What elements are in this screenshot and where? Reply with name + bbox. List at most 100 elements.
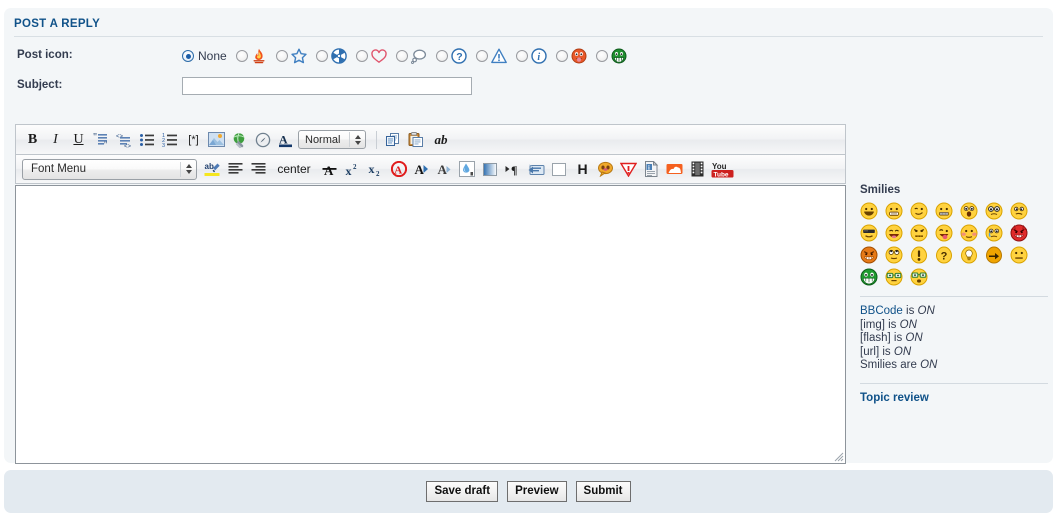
post-icon-option-grin-smiley-icon[interactable] <box>595 48 627 64</box>
post-icon-option-thought-bubble-icon[interactable] <box>395 48 427 64</box>
post-icon-option-info-icon[interactable]: i <box>515 48 547 64</box>
submit-button[interactable]: Submit <box>575 481 631 502</box>
marquee-button[interactable] <box>526 157 547 181</box>
ordered-list-button[interactable]: 1 2 3 <box>160 128 181 152</box>
post-icon-radio-star-icon[interactable] <box>275 50 288 62</box>
post-icon-option-warning-triangle-icon[interactable] <box>475 48 507 64</box>
post-icon-radio-radioactive-icon[interactable] <box>315 50 328 62</box>
info-page-button[interactable]: i <box>641 157 662 181</box>
post-icon-radio-thought-bubble-icon[interactable] <box>395 50 408 62</box>
radioactive-icon[interactable] <box>330 48 347 64</box>
smiley-eek-icon[interactable] <box>985 202 1003 220</box>
smiley-mrgreen-icon[interactable] <box>860 268 878 286</box>
subscript-button[interactable]: x 2 <box>365 157 386 181</box>
font-color-button[interactable]: A <box>275 128 296 152</box>
list-item-button[interactable]: [*] <box>183 128 204 152</box>
smiley-zip-icon[interactable] <box>935 202 953 220</box>
film-button[interactable] <box>687 157 708 181</box>
insert-flash-button[interactable] <box>252 128 273 152</box>
smiley-wink-icon[interactable] <box>910 202 928 220</box>
post-icon-radio-question-mark-icon[interactable] <box>435 50 448 62</box>
smiley-shock-icon[interactable] <box>960 202 978 220</box>
post-icon-option-tongue-smiley-icon[interactable] <box>555 48 587 64</box>
post-icon-radio-info-icon[interactable] <box>515 50 528 62</box>
preview-button[interactable]: Preview <box>507 481 567 502</box>
youtube-button[interactable]: You Tube <box>710 157 736 181</box>
superscript-button[interactable]: x 2 <box>342 157 363 181</box>
smiley-grin-icon[interactable] <box>885 202 903 220</box>
smiley-confused-icon[interactable] <box>1010 202 1028 220</box>
highlight-button[interactable]: ab <box>202 157 223 181</box>
smiley-roll-icon[interactable] <box>885 246 903 264</box>
bold-button[interactable]: B <box>22 128 43 152</box>
smiley-neutral-icon[interactable] <box>1010 246 1028 264</box>
copy-button[interactable] <box>382 128 403 152</box>
post-icon-option-radioactive-icon[interactable] <box>315 48 347 64</box>
color-grey-button[interactable]: A <box>434 157 455 181</box>
post-icon-option-none[interactable]: None <box>182 49 227 63</box>
info-icon[interactable]: i <box>530 48 547 64</box>
post-icon-radio-warning-triangle-icon[interactable] <box>475 50 488 62</box>
align-center-button[interactable]: center <box>271 157 317 181</box>
post-icon-radio-tongue-smiley-icon[interactable] <box>555 50 568 62</box>
smiley-redface-icon[interactable] <box>960 224 978 242</box>
font-size-select[interactable]: Normal <box>298 130 366 149</box>
smiley-cry-icon[interactable] <box>985 224 1003 242</box>
thought-bubble-icon[interactable] <box>410 48 427 64</box>
smiley-twisted-icon[interactable] <box>860 246 878 264</box>
smiley-cool-icon[interactable] <box>860 224 878 242</box>
insert-url-button[interactable] <box>229 128 250 152</box>
smiley-exclaim-icon[interactable] <box>910 246 928 264</box>
star-icon[interactable] <box>290 48 307 64</box>
comment-button[interactable] <box>595 157 616 181</box>
heading-button[interactable]: H <box>572 157 593 181</box>
warning-triangle-icon[interactable] <box>490 48 507 64</box>
color-picker-button[interactable] <box>457 157 478 181</box>
quote-button[interactable]: " " <box>91 128 112 152</box>
subject-input[interactable] <box>182 77 472 95</box>
post-icon-radio-grin-smiley-icon[interactable] <box>595 50 608 62</box>
spellcheck-button[interactable]: ab <box>428 128 454 152</box>
save-draft-button[interactable]: Save draft <box>426 481 499 502</box>
smiley-mad-icon[interactable] <box>910 224 928 242</box>
smiley-laugh-icon[interactable] <box>860 202 878 220</box>
color-red-button[interactable]: A <box>388 157 409 181</box>
post-icon-option-question-mark-icon[interactable]: ? <box>435 48 467 64</box>
smiley-geek-icon[interactable] <box>885 268 903 286</box>
smiley-ugeek-icon[interactable] <box>910 268 928 286</box>
spoiler-button[interactable] <box>618 157 639 181</box>
grin-smiley-icon[interactable] <box>611 48 627 64</box>
tongue-smiley-icon[interactable] <box>571 48 587 64</box>
gradient-button[interactable] <box>480 157 501 181</box>
post-icon-option-star-icon[interactable] <box>275 48 307 64</box>
font-menu-select[interactable]: Font Menu <box>22 158 197 180</box>
color-blue-button[interactable]: A <box>411 157 432 181</box>
message-textarea[interactable] <box>15 185 846 464</box>
bbcode-status-name[interactable]: BBCode <box>860 305 903 317</box>
italic-button[interactable]: I <box>45 128 66 152</box>
align-left-button[interactable] <box>225 157 246 181</box>
topic-review-link[interactable]: Topic review <box>860 392 929 404</box>
flame-icon[interactable] <box>251 48 267 64</box>
unordered-list-button[interactable] <box>137 128 158 152</box>
smiley-arrow-icon[interactable] <box>985 246 1003 264</box>
smiley-lol-icon[interactable] <box>885 224 903 242</box>
smiley-razz-icon[interactable] <box>935 224 953 242</box>
blank-box-button[interactable] <box>549 157 570 181</box>
post-icon-option-heart-icon[interactable] <box>355 48 387 64</box>
heart-icon[interactable] <box>370 48 387 64</box>
post-icon-option-flame-icon[interactable] <box>235 48 267 64</box>
paste-button[interactable] <box>405 128 426 152</box>
underline-button[interactable]: U <box>68 128 89 152</box>
align-right-button[interactable] <box>248 157 269 181</box>
soundcloud-button[interactable] <box>664 157 685 181</box>
smiley-question-icon[interactable]: ? <box>935 246 953 264</box>
insert-image-button[interactable] <box>206 128 227 152</box>
post-icon-radio-heart-icon[interactable] <box>355 50 368 62</box>
strikethrough-button[interactable]: A <box>319 157 340 181</box>
post-icon-radio-none[interactable] <box>182 50 194 62</box>
smiley-evil-icon[interactable] <box>1010 224 1028 242</box>
indent-button[interactable]: ¶ <box>503 157 524 181</box>
question-mark-icon[interactable]: ? <box>450 48 467 64</box>
code-button[interactable]: <> <> <box>114 128 135 152</box>
